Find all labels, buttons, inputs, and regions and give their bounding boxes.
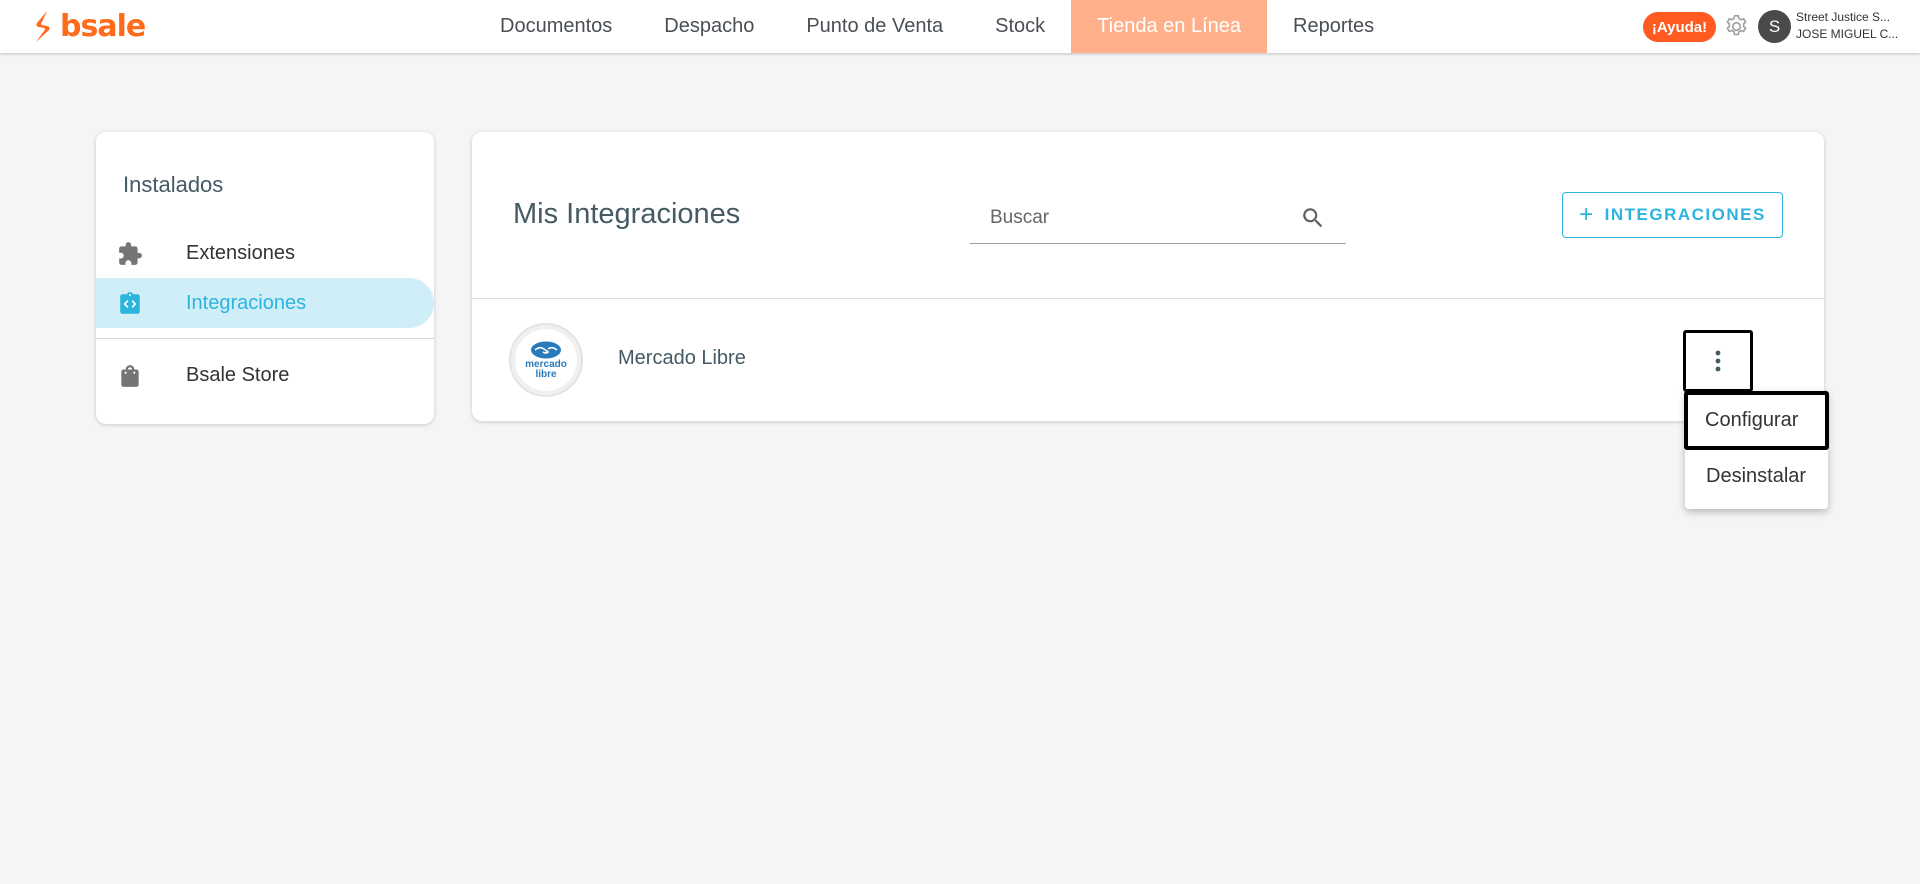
sidebar-divider — [96, 338, 434, 339]
nav-item-tienda-en-linea[interactable]: Tienda en Línea — [1071, 0, 1267, 53]
options-menu: Configurar Desinstalar — [1684, 391, 1829, 509]
nav-item-reportes[interactable]: Reportes — [1267, 0, 1400, 53]
user-name: JOSE MIGUEL C... — [1796, 27, 1899, 41]
search-input[interactable] — [990, 204, 1290, 232]
code-box-icon — [120, 292, 140, 314]
nav-item-documentos[interactable]: Documentos — [474, 0, 638, 53]
help-button[interactable]: ¡Ayuda! — [1643, 12, 1716, 42]
sidebar-item-integraciones[interactable]: Integraciones — [96, 278, 434, 328]
bsale-logo-icon — [36, 11, 50, 42]
menu-item-desinstalar[interactable]: Desinstalar — [1685, 451, 1828, 501]
search-field — [970, 192, 1346, 244]
nav-item-despacho[interactable]: Despacho — [638, 0, 780, 53]
nav-item-punto-de-venta[interactable]: Punto de Venta — [780, 0, 969, 53]
plus-icon: + — [1579, 201, 1595, 228]
installed-sidebar: Instalados Extensiones Integraciones Bsa… — [96, 132, 434, 424]
top-navbar: bsale Documentos Despacho Punto de Venta… — [0, 0, 1920, 53]
integration-row: mercado libre Mercado Libre — [472, 299, 1824, 419]
add-integration-button[interactable]: + INTEGRACIONES — [1562, 192, 1783, 238]
kebab-menu-icon — [1715, 350, 1721, 372]
mercado-libre-logo-inner: mercado libre — [515, 329, 577, 391]
integration-name: Mercado Libre — [618, 347, 746, 369]
mercado-libre-logo: mercado libre — [509, 323, 583, 397]
company-name: Street Justice S... — [1796, 10, 1891, 24]
handshake-icon — [531, 341, 561, 359]
menu-item-configurar[interactable]: Configurar — [1684, 391, 1829, 450]
page-title: Mis Integraciones — [513, 198, 741, 230]
sidebar-item-bsale-store[interactable]: Bsale Store — [96, 350, 434, 400]
sidebar-item-label: Integraciones — [186, 291, 307, 314]
sidebar-item-extensiones[interactable]: Extensiones — [96, 228, 434, 278]
main-nav: Documentos Despacho Punto de Venta Stock… — [474, 0, 1400, 53]
bsale-logo[interactable]: bsale — [30, 8, 146, 46]
user-info[interactable]: Street Justice S... JOSE MIGUEL C... — [1796, 9, 1916, 43]
avatar[interactable]: S — [1758, 10, 1791, 43]
nav-item-stock[interactable]: Stock — [969, 0, 1071, 53]
sidebar-item-label: Bsale Store — [186, 363, 290, 386]
integrations-panel: Mis Integraciones + INTEGRACIONES mercad… — [472, 132, 1824, 421]
gear-icon[interactable] — [1723, 13, 1750, 40]
add-integration-label: INTEGRACIONES — [1604, 205, 1766, 224]
mercado-libre-logo-text-2: libre — [535, 369, 557, 380]
brand-name: bsale — [60, 9, 146, 44]
search-icon[interactable] — [1300, 205, 1326, 231]
more-options-button[interactable] — [1683, 330, 1753, 392]
sidebar-item-label: Extensiones — [186, 241, 295, 264]
sidebar-title: Instalados — [123, 172, 224, 197]
puzzle-icon — [119, 242, 142, 265]
shopping-bag-icon — [121, 365, 139, 387]
